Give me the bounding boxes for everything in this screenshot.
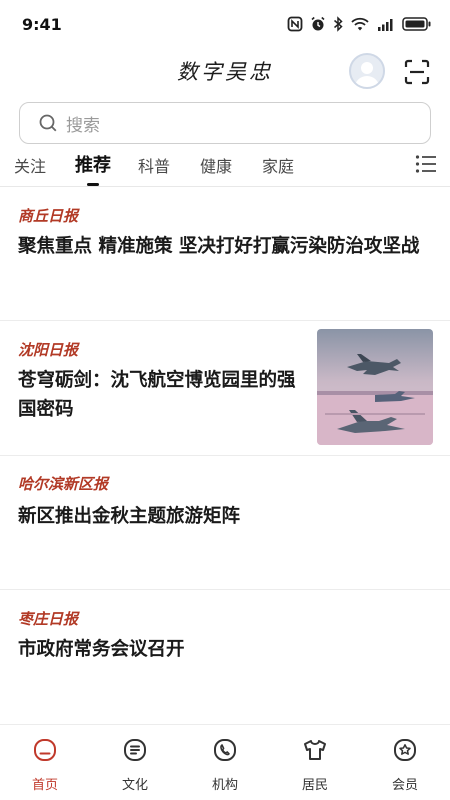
tab-follow[interactable]: 关注 bbox=[14, 153, 46, 177]
star-badge-icon bbox=[394, 739, 416, 761]
list-menu-icon[interactable] bbox=[415, 154, 437, 174]
news-item[interactable]: 哈尔滨新区报 新区推出金秋主题旅游矩阵 bbox=[0, 456, 450, 590]
status-bar: 9:41 bbox=[0, 0, 450, 48]
phone-icon bbox=[214, 739, 236, 761]
news-title: 市政府常务会议召开 bbox=[18, 639, 185, 660]
news-thumbnail bbox=[317, 329, 433, 445]
category-tabs: 关注 推荐 科普 健康 家庭 bbox=[0, 146, 450, 186]
news-source: 商丘日报 bbox=[18, 207, 79, 225]
nav-label: 文化 bbox=[121, 778, 148, 793]
nav-institution[interactable]: 机构 bbox=[180, 725, 270, 800]
alarm-icon bbox=[311, 16, 325, 31]
nav-culture[interactable]: 文化 bbox=[90, 725, 180, 800]
tab-recommend[interactable]: 推荐 bbox=[75, 151, 111, 177]
shirt-icon bbox=[304, 740, 326, 760]
wifi-icon bbox=[351, 17, 369, 31]
news-source: 哈尔滨新区报 bbox=[18, 475, 109, 493]
nav-label: 居民 bbox=[301, 778, 328, 793]
user-avatar-icon[interactable] bbox=[349, 53, 385, 89]
bluetooth-icon bbox=[334, 16, 343, 32]
nav-label: 会员 bbox=[391, 778, 418, 793]
battery-icon bbox=[402, 17, 431, 31]
nav-home[interactable]: 首页 bbox=[0, 725, 90, 800]
nav-member[interactable]: 会员 bbox=[360, 725, 450, 800]
nfc-icon bbox=[287, 16, 303, 32]
nav-label: 机构 bbox=[211, 778, 238, 793]
nav-label: 首页 bbox=[31, 778, 58, 793]
tab-health[interactable]: 健康 bbox=[200, 153, 232, 177]
status-time: 9:41 bbox=[22, 14, 62, 34]
news-title: 新区推出金秋主题旅游矩阵 bbox=[18, 506, 241, 527]
news-source: 沈阳日报 bbox=[18, 341, 79, 359]
news-title: 苍穹砺剑：沈飞航空博览园里的强国密码 bbox=[18, 370, 296, 420]
news-title: 聚焦重点 精准施策 坚决打好打赢污染防治攻坚战 bbox=[18, 236, 420, 257]
news-item[interactable]: 商丘日报 聚焦重点 精准施策 坚决打好打赢污染防治攻坚战 bbox=[0, 187, 450, 321]
app-header: 数字吴忠 bbox=[0, 48, 450, 100]
culture-icon bbox=[124, 739, 146, 761]
search-icon bbox=[39, 114, 57, 132]
home-icon bbox=[34, 739, 56, 761]
search-input[interactable]: 搜索 bbox=[19, 102, 431, 144]
scan-icon[interactable] bbox=[404, 59, 430, 85]
tab-family[interactable]: 家庭 bbox=[262, 153, 294, 177]
status-icons bbox=[287, 16, 432, 32]
news-source: 枣庄日报 bbox=[18, 610, 79, 628]
search-placeholder: 搜索 bbox=[66, 115, 100, 136]
nav-resident[interactable]: 居民 bbox=[270, 725, 360, 800]
signal-icon bbox=[378, 19, 393, 31]
news-item[interactable]: 枣庄日报 市政府常务会议召开 bbox=[0, 590, 450, 724]
tab-science[interactable]: 科普 bbox=[138, 153, 170, 177]
news-item[interactable]: 沈阳日报 苍穹砺剑：沈飞航空博览园里的强国密码 bbox=[0, 321, 450, 456]
bottom-nav: 首页 文化 机构 居民 会员 bbox=[0, 724, 450, 800]
